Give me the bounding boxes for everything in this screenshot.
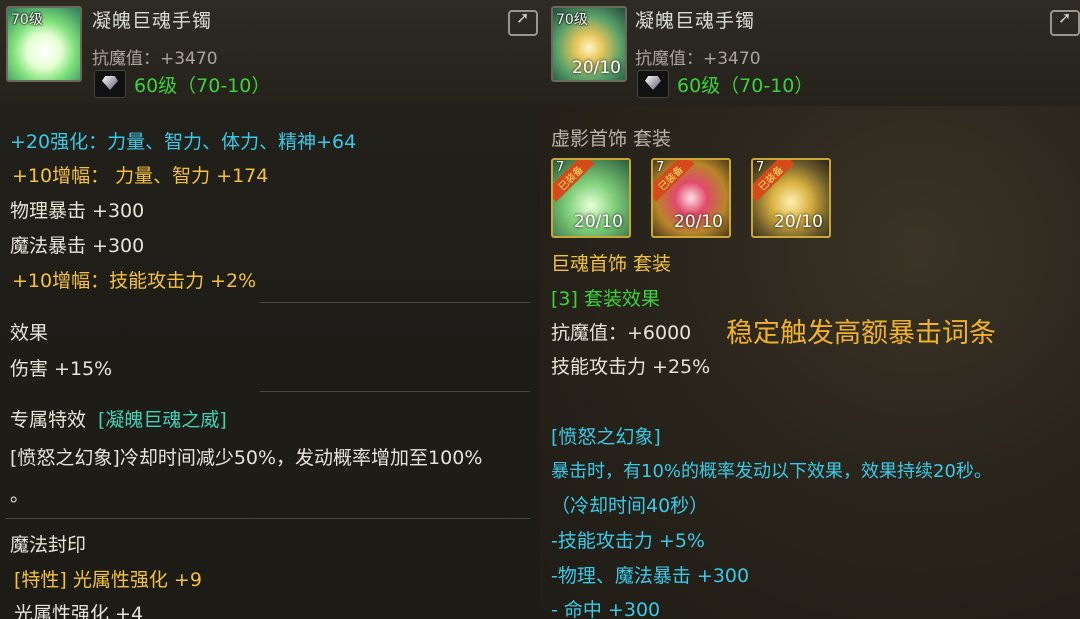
set-stat-antimagic: 抗魔值：+6000 [551,322,692,344]
item-grade: 60级（70-10） [134,75,271,97]
item-enhance-num: 20/10 [572,58,621,78]
share-icon[interactable] [1050,8,1080,36]
set-title-phantom: 虚影首饰 套装 [551,128,672,150]
item-stat: 抗魔值：+3470 [92,49,218,69]
set-item-icon[interactable]: 7 已装备 20/10 [751,158,831,238]
item-level-tag: 70级 [556,12,588,28]
item-name: 凝魄巨魂手镯 [92,10,213,32]
set-stat-skill: 技能攻击力 +25% [551,356,711,378]
set-item-enhance: 20/10 [574,212,623,232]
amplify-skill-line: +10增幅：技能攻击力 +2% [12,270,257,292]
grade-gem-icon [94,70,126,98]
set-item-enhance: 20/10 [674,212,723,232]
proc-effect-3: - 命中 +300 [551,599,661,619]
exclusive-title: 专属特效 [10,409,87,431]
set-title-giant: 巨魂首饰 套装 [551,253,672,275]
set-item-enhance: 20/10 [774,212,823,232]
divider [6,518,530,519]
item-name: 凝魄巨魂手镯 [635,10,756,32]
exclusive-desc-cont: 。 [10,484,30,506]
magic-crit-line: 魔法暴击 +300 [10,235,145,257]
exclusive-name: [凝魄巨魂之威] [98,409,227,431]
grade-gem-icon [637,70,669,98]
effect-value: 伤害 +15% [10,358,113,380]
highlight-caption: 稳定触发高额暴击词条 [726,318,996,349]
item-level-tag: 70级 [11,12,43,28]
proc-effect-1: -技能攻击力 +5% [551,530,705,552]
exclusive-desc: [愤怒之幻象]冷却时间减少50%，发动概率增加至100% [10,447,483,469]
proc-cooldown: （冷却时间40秒） [551,495,709,517]
item-stat: 抗魔值：+3470 [635,49,761,69]
seal-title: 魔法封印 [10,534,87,556]
proc-title: [愤怒之幻象] [551,426,661,448]
right-tooltip-panel: 70级 20/10 凝魄巨魂手镯 抗魔值：+3470 60级（70-10） 虚影… [540,0,1080,619]
item-grade: 60级（70-10） [677,75,814,97]
phys-crit-line: 物理暴击 +300 [10,200,145,222]
amplify-line: +10增幅： 力量、智力 +174 [12,165,269,187]
left-tooltip-panel: 70级 凝魄巨魂手镯 抗魔值：+3470 60级（70-10） +20强化：力量… [0,0,540,619]
divider [260,302,530,303]
set-item-icon[interactable]: 7 已装备 20/10 [651,158,731,238]
enhance-line: +20强化：力量、智力、体力、精神+64 [10,131,357,153]
set-effect-title: [3] 套装效果 [551,288,660,310]
item-icon: 70级 [6,6,82,82]
proc-desc: 暴击时，有10%的概率发动以下效果，效果持续20秒。 [551,461,992,482]
effect-title: 效果 [10,322,49,344]
divider [260,391,530,392]
item-icon: 70级 20/10 [551,6,627,82]
proc-effect-2: -物理、魔法暴击 +300 [551,565,750,587]
seal-line-1: [特性] 光属性强化 +9 [14,569,202,591]
share-icon[interactable] [508,8,538,36]
set-item-icon[interactable]: 7 已装备 20/10 [551,158,631,238]
seal-line-2: 光属性强化 +4 [14,603,144,619]
